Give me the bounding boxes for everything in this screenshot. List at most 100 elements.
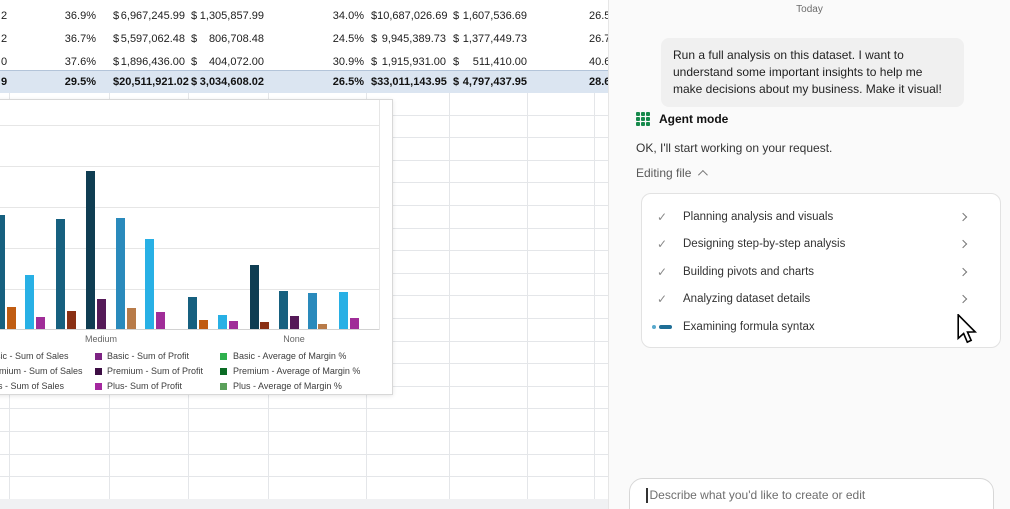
legend-swatch bbox=[220, 353, 227, 360]
bar-maroon bbox=[67, 311, 76, 329]
cell-m4[interactable]: $1,377,449.73 bbox=[453, 28, 527, 50]
table-total-row[interactable]: 929.5%$20,511,921.02$3,034,608.0226.5%$3… bbox=[0, 70, 608, 93]
cell-a[interactable]: 2 bbox=[1, 5, 13, 27]
agent-mode-label: Agent mode bbox=[659, 112, 728, 126]
legend-swatch bbox=[220, 383, 227, 390]
task-item[interactable]: Examining formula syntax bbox=[642, 313, 1000, 341]
cell-p3[interactable]: 28.6% bbox=[589, 71, 608, 93]
cell-value: 3,034,608.02 bbox=[200, 71, 264, 93]
bar-magenta bbox=[229, 321, 238, 329]
cell-value: 1,377,449.73 bbox=[463, 28, 527, 50]
cell-m1[interactable]: $6,967,245.99 bbox=[113, 5, 185, 27]
cell-m1[interactable]: $20,511,921.02 bbox=[113, 71, 185, 93]
chevron-right-icon[interactable] bbox=[959, 213, 967, 221]
chat-input[interactable]: Describe what you'd like to create or ed… bbox=[629, 478, 994, 509]
cell-m2[interactable]: $806,708.48 bbox=[191, 28, 264, 50]
agent-mode-header: Agent mode bbox=[636, 112, 728, 126]
cell-value: 9,945,389.73 bbox=[382, 28, 446, 50]
chart-gridline bbox=[0, 207, 380, 208]
bar-teal bbox=[279, 291, 288, 329]
cell-p2[interactable]: 34.0% bbox=[320, 5, 364, 27]
chevron-right-icon[interactable] bbox=[959, 268, 967, 276]
bar-teal bbox=[0, 215, 5, 329]
table-row[interactable]: 2 36.7% $5,597,062.48 $806,708.48 24.5% $9,94… bbox=[0, 28, 608, 50]
cell-p2[interactable]: 26.5% bbox=[320, 71, 364, 93]
bar-teal bbox=[188, 297, 197, 329]
cell-a[interactable]: 9 bbox=[1, 71, 13, 93]
cell-m4[interactable]: $4,797,437.95 bbox=[453, 71, 527, 93]
legend-entry-margin: Plus - Average of Margin % bbox=[0, 381, 394, 393]
currency-symbol: $ bbox=[191, 28, 197, 50]
bar-magenta bbox=[36, 317, 45, 329]
chart-plot-area bbox=[0, 100, 380, 330]
editing-file-toggle[interactable]: Editing file bbox=[636, 166, 705, 180]
spreadsheet-area[interactable]: 236.9%$6,967,245.99$1,305,857.9934.0%$10… bbox=[0, 0, 608, 509]
check-icon: ✓ bbox=[657, 237, 673, 251]
cell-m2[interactable]: $3,034,608.02 bbox=[191, 71, 264, 93]
cell-m2[interactable]: $1,305,857.99 bbox=[191, 5, 264, 27]
bar-tan bbox=[127, 308, 136, 329]
agent-reply-text: OK, I'll start working on your request. bbox=[636, 141, 832, 155]
chart-x-axis bbox=[0, 329, 380, 330]
task-item[interactable]: ✓Analyzing dataset details bbox=[642, 286, 1000, 314]
task-item[interactable]: ✓ Planning analysis and visuals bbox=[642, 203, 1000, 231]
currency-symbol: $ bbox=[453, 28, 459, 50]
chevron-right-icon[interactable] bbox=[959, 295, 967, 303]
chevron-right-icon[interactable] bbox=[959, 240, 967, 248]
cell-p1[interactable]: 36.9% bbox=[50, 5, 96, 27]
cell-value: 33,011,143.95 bbox=[377, 71, 447, 93]
chart-gridline bbox=[0, 125, 380, 126]
task-item[interactable]: ✓ Designing step-by-step analysis bbox=[642, 231, 1000, 259]
check-icon: ✓ bbox=[657, 265, 673, 279]
table-row[interactable]: 236.9%$6,967,245.99$1,305,857.9934.0%$10… bbox=[0, 5, 608, 27]
bar-magenta bbox=[156, 312, 165, 329]
cell-value: 1,607,536.69 bbox=[463, 5, 527, 27]
bar-navy bbox=[86, 171, 95, 329]
cell-value: 806,708.48 bbox=[209, 28, 264, 50]
cell-value: 1,305,857.99 bbox=[200, 5, 264, 27]
chart-plot-right-edge bbox=[379, 100, 380, 330]
cell-p3[interactable]: 26.7% bbox=[589, 28, 608, 50]
bar-plum bbox=[97, 299, 106, 329]
task-label: Planning analysis and visuals bbox=[683, 211, 833, 223]
legend-swatch bbox=[220, 368, 227, 375]
currency-symbol: $ bbox=[371, 28, 377, 50]
cell-m1[interactable]: $5,597,062.48 bbox=[113, 28, 185, 50]
cell-a[interactable]: 2 bbox=[1, 28, 13, 50]
category-label: Medium bbox=[85, 334, 117, 344]
cell-value: 20,511,921.02 bbox=[119, 71, 189, 93]
chat-input-placeholder: Describe what you'd like to create or ed… bbox=[650, 488, 866, 502]
cell-m3[interactable]: $9,945,389.73 bbox=[371, 28, 446, 50]
currency-symbol: $ bbox=[191, 71, 197, 93]
text-caret bbox=[646, 488, 648, 503]
copilot-panel: Today Run a full analysis on this datase… bbox=[608, 0, 1010, 509]
bar-orange bbox=[199, 320, 208, 329]
bar-sky bbox=[339, 292, 348, 329]
pivot-chart[interactable]: MediumNone Basic - Sum of SalesBasic - S… bbox=[0, 99, 393, 395]
check-icon: ✓ bbox=[657, 210, 673, 224]
legend-label: Plus - Average of Margin % bbox=[233, 381, 342, 392]
bar-maroon bbox=[260, 322, 269, 329]
cell-m3[interactable]: $10,687,026.69 bbox=[371, 5, 446, 27]
bar-navy bbox=[250, 265, 259, 329]
user-message-bubble: Run a full analysis on this dataset. I w… bbox=[661, 38, 964, 107]
cell-m4[interactable]: $1,607,536.69 bbox=[453, 5, 527, 27]
mouse-cursor bbox=[956, 314, 978, 346]
task-item[interactable]: ✓ Building pivots and charts bbox=[642, 258, 1000, 286]
task-label: Designing step-by-step analysis bbox=[683, 238, 845, 250]
chart-gridline bbox=[0, 166, 380, 167]
task-label: Analyzing dataset details bbox=[683, 293, 810, 305]
currency-symbol: $ bbox=[453, 5, 459, 27]
bar-blue bbox=[116, 218, 125, 329]
cell-value: 6,967,245.99 bbox=[121, 5, 185, 27]
gridline-v bbox=[527, 92, 528, 509]
cell-m3[interactable]: $33,011,143.95 bbox=[371, 71, 446, 93]
category-label: None bbox=[283, 334, 305, 344]
cell-p1[interactable]: 36.7% bbox=[50, 28, 96, 50]
task-label: Building pivots and charts bbox=[683, 266, 814, 278]
currency-symbol: $ bbox=[113, 5, 119, 27]
cell-p1[interactable]: 29.5% bbox=[50, 71, 96, 93]
cell-p2[interactable]: 24.5% bbox=[320, 28, 364, 50]
cell-p3[interactable]: 26.5% bbox=[589, 5, 608, 27]
bar-sky bbox=[145, 239, 154, 329]
